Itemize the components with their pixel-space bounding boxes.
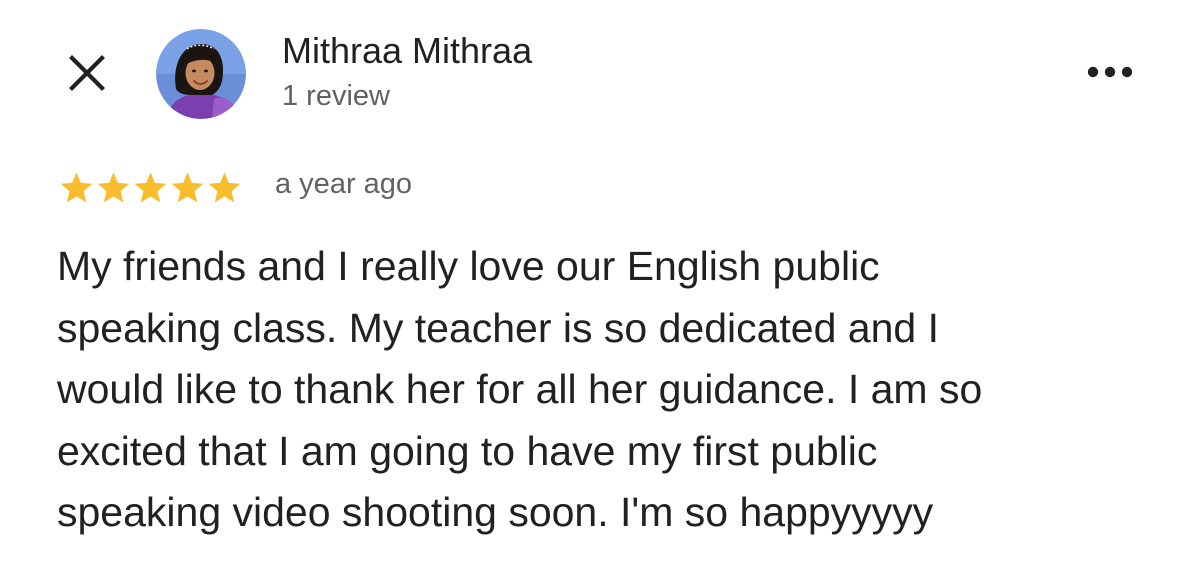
review-text: My friends and I really love our English… <box>57 236 1137 544</box>
avatar[interactable] <box>156 29 246 119</box>
star-icon <box>208 172 241 203</box>
close-icon <box>69 54 105 96</box>
author-name[interactable]: Mithraa Mithraa <box>282 30 532 72</box>
review-text-line: excited that I am going to have my first… <box>57 427 878 474</box>
review-text-line: would like to thank her for all her guid… <box>57 366 983 412</box>
more-options-button[interactable] <box>1078 56 1142 92</box>
review-time: a year ago <box>275 168 413 200</box>
more-horizontal-icon <box>1087 65 1133 83</box>
review-count: 1 review <box>282 80 390 112</box>
review-text-line: speaking video shooting soon. I'm so hap… <box>57 489 934 535</box>
star-icon <box>97 172 130 203</box>
star-rating <box>58 168 243 208</box>
review-text-line: speaking class. My teacher is so dedicat… <box>57 304 939 351</box>
star-icon <box>60 172 93 203</box>
star-icon <box>171 172 204 203</box>
close-button[interactable] <box>64 52 110 98</box>
star-icon <box>134 172 167 203</box>
review-text-line: My friends and I really love our English… <box>57 243 880 289</box>
